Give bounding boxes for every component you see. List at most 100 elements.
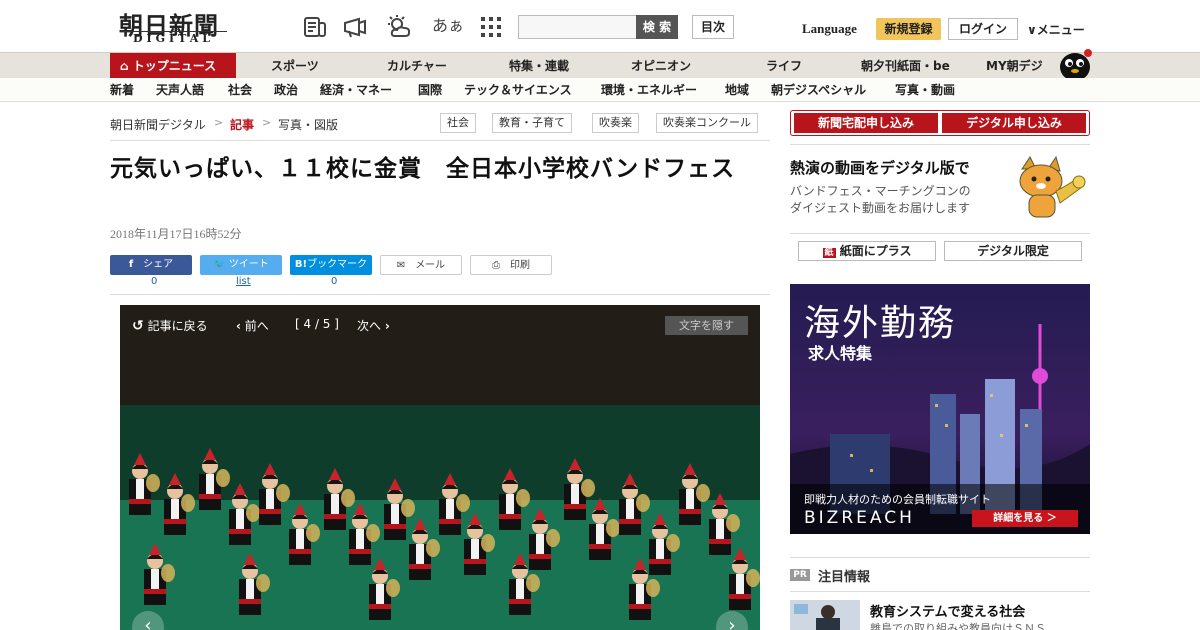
nav-international[interactable]: 国際 xyxy=(418,78,442,102)
font-size-toggle[interactable]: あぁ xyxy=(432,12,464,36)
weather-icon[interactable] xyxy=(386,14,412,40)
digital-subscribe-button[interactable]: デジタル申し込み xyxy=(942,113,1086,133)
pr-item-title[interactable]: 教育システムで変える社会 xyxy=(870,601,1025,620)
site-header: 朝日新聞 DIGITAL あぁ 検 索 目次 Language 新規登録 ログイ… xyxy=(0,0,1200,52)
twitter-list-link[interactable]: list xyxy=(236,276,251,287)
nav-economy[interactable]: 経済・マネー xyxy=(320,78,392,102)
ad-headline: 海外勤務 xyxy=(804,303,957,344)
grid-menu-icon[interactable] xyxy=(478,14,504,40)
chevron-left-icon: ‹ xyxy=(236,319,241,333)
hatena-icon: B! xyxy=(294,259,308,270)
hatena-label: ブックマーク xyxy=(307,259,368,270)
chevron-right-icon: › xyxy=(384,319,390,333)
pr-thumbnail[interactable] xyxy=(790,600,860,630)
pr-item-text: 離島での取り組みや教員向けＳＮＳ xyxy=(870,622,1046,630)
pr-badge: PR xyxy=(790,569,810,581)
back-arrow-icon: ↺ xyxy=(132,318,144,334)
language-link[interactable]: Language xyxy=(802,21,857,37)
prev-photo-link[interactable]: ‹ 前へ xyxy=(236,317,269,334)
photo-viewer: ↺ 記事に戻る ‹ 前へ [ 4 / 5 ] 次へ › 文字を隠す ‹ › xyxy=(120,305,760,630)
paper-plus-label: 紙面にプラス xyxy=(839,244,912,258)
tag-society[interactable]: 社会 xyxy=(440,113,476,133)
pr-section-title: 注目情報 xyxy=(818,570,871,585)
divider xyxy=(110,294,770,295)
facebook-count: 0 xyxy=(151,276,158,287)
primary-nav: ⌂ トップニュース スポーツ カルチャー 特集・連載 オピニオン ライフ 朝夕刊… xyxy=(0,49,1200,81)
divider xyxy=(790,591,1090,592)
nav-environment[interactable]: 環境・エネルギー xyxy=(601,78,697,102)
bizreach-ad[interactable]: 海外勤務 求人特集 即戦力人材のための会員制転職サイト BIZREACH 詳細を… xyxy=(790,284,1090,534)
nav-politics[interactable]: 政治 xyxy=(274,78,298,102)
menu-label: メニュー xyxy=(1036,23,1085,37)
print-icon: ⎙ xyxy=(492,260,500,271)
hatena-count: 0 xyxy=(331,276,338,287)
breadcrumb-home[interactable]: 朝日新聞デジタル xyxy=(110,116,206,133)
ad-subhead: 求人特集 xyxy=(808,344,873,363)
prev-label: 前へ xyxy=(244,319,269,333)
nav-latest[interactable]: 新着 xyxy=(110,78,134,102)
search-button[interactable]: 検 索 xyxy=(636,15,678,39)
mail-share-button[interactable]: ✉ メール xyxy=(380,255,462,275)
mail-icon: ✉ xyxy=(396,260,406,271)
ad-cta-button[interactable]: 詳細を見る ＞ xyxy=(972,510,1078,527)
back-to-article-link[interactable]: ↺ 記事に戻る xyxy=(132,317,208,334)
nav-print-edition[interactable]: 朝夕刊紙面・be xyxy=(861,53,950,79)
paper-plus-button[interactable]: 紙 紙面にプラス xyxy=(798,241,936,261)
digital-limited-button[interactable]: デジタル限定 xyxy=(944,241,1082,261)
home-icon: ⌂ xyxy=(120,59,129,73)
tag-brass-contest[interactable]: 吹奏楽コンクール xyxy=(656,113,758,133)
register-button[interactable]: 新規登録 xyxy=(876,18,941,40)
twitter-share-button[interactable]: 🐦 ツイート xyxy=(200,255,282,275)
promo-title[interactable]: 熱演の動画をデジタル版で xyxy=(790,157,970,178)
ad-brand-logo: BIZREACH xyxy=(804,508,915,528)
nav-top-news[interactable]: ⌂ トップニュース xyxy=(110,53,236,79)
site-logo-sub: DIGITAL xyxy=(120,31,227,46)
nav-sports[interactable]: スポーツ xyxy=(271,53,319,79)
chevron-down-icon: ∨ xyxy=(1027,23,1037,37)
paper-plus-icon: 紙 xyxy=(822,248,836,258)
newspaper-delivery-button[interactable]: 新聞宅配申し込み xyxy=(794,113,938,133)
nav-features[interactable]: 特集・連載 xyxy=(509,53,569,79)
newspaper-icon[interactable] xyxy=(302,14,328,40)
nav-photo-video[interactable]: 写真・動画 xyxy=(895,78,955,102)
cat-mascot-icon xyxy=(1019,155,1086,218)
nav-opinion[interactable]: オピニオン xyxy=(631,53,691,79)
secondary-nav: 新着 天声人語 社会 政治 経済・マネー 国際 テック＆サイエンス 環境・エネル… xyxy=(0,78,1200,102)
nav-life[interactable]: ライフ xyxy=(766,53,802,79)
megaphone-icon[interactable] xyxy=(342,14,368,40)
print-label: 印刷 xyxy=(510,260,530,271)
next-label: 次へ xyxy=(357,319,382,333)
menu-button[interactable]: ∨メニュー xyxy=(1027,21,1085,38)
next-photo-link[interactable]: 次へ › xyxy=(357,317,390,334)
nav-special[interactable]: 朝デジスペシャル xyxy=(771,78,866,102)
breadcrumb-separator: > xyxy=(214,116,224,129)
nav-region[interactable]: 地域 xyxy=(725,78,749,102)
twitter-share-label: ツイート xyxy=(228,259,269,270)
nav-society[interactable]: 社会 xyxy=(228,78,252,102)
tag-education[interactable]: 教育・子育て xyxy=(492,113,572,133)
nav-tensei-jingo[interactable]: 天声人語 xyxy=(156,78,204,102)
nav-my-asahi[interactable]: MY朝デジ xyxy=(986,53,1043,79)
divider xyxy=(790,144,1090,145)
login-button[interactable]: ログイン xyxy=(948,18,1018,40)
search-input[interactable] xyxy=(518,15,638,39)
nav-culture[interactable]: カルチャー xyxy=(387,53,447,79)
breadcrumb-separator: > xyxy=(262,116,272,129)
divider xyxy=(790,233,1090,234)
print-button[interactable]: ⎙ 印刷 xyxy=(470,255,552,275)
ad-tagline: 即戦力人材のための会員制転職サイト xyxy=(804,493,991,506)
divider xyxy=(790,557,1090,558)
promo-text: バンドフェス・マーチングコンの ダイジェスト動画をお届けします xyxy=(790,183,1020,217)
hatena-bookmark-button[interactable]: B!ブックマーク xyxy=(290,255,372,275)
nav-tech-science[interactable]: テック＆サイエンス xyxy=(464,78,572,102)
breadcrumb-current: 写真・図版 xyxy=(278,118,339,132)
brass-band-photo xyxy=(120,405,760,630)
facebook-share-button[interactable]: f シェア xyxy=(110,255,192,275)
divider xyxy=(110,140,770,141)
toc-button[interactable]: 目次 xyxy=(692,15,734,39)
hide-caption-button[interactable]: 文字を隠す xyxy=(665,316,748,335)
breadcrumb-article[interactable]: 記事 xyxy=(230,116,254,133)
tag-brass-band[interactable]: 吹奏楽 xyxy=(592,113,639,133)
twitter-icon: 🐦 xyxy=(213,259,226,270)
promo-line: ダイジェスト動画をお届けします xyxy=(790,201,971,215)
